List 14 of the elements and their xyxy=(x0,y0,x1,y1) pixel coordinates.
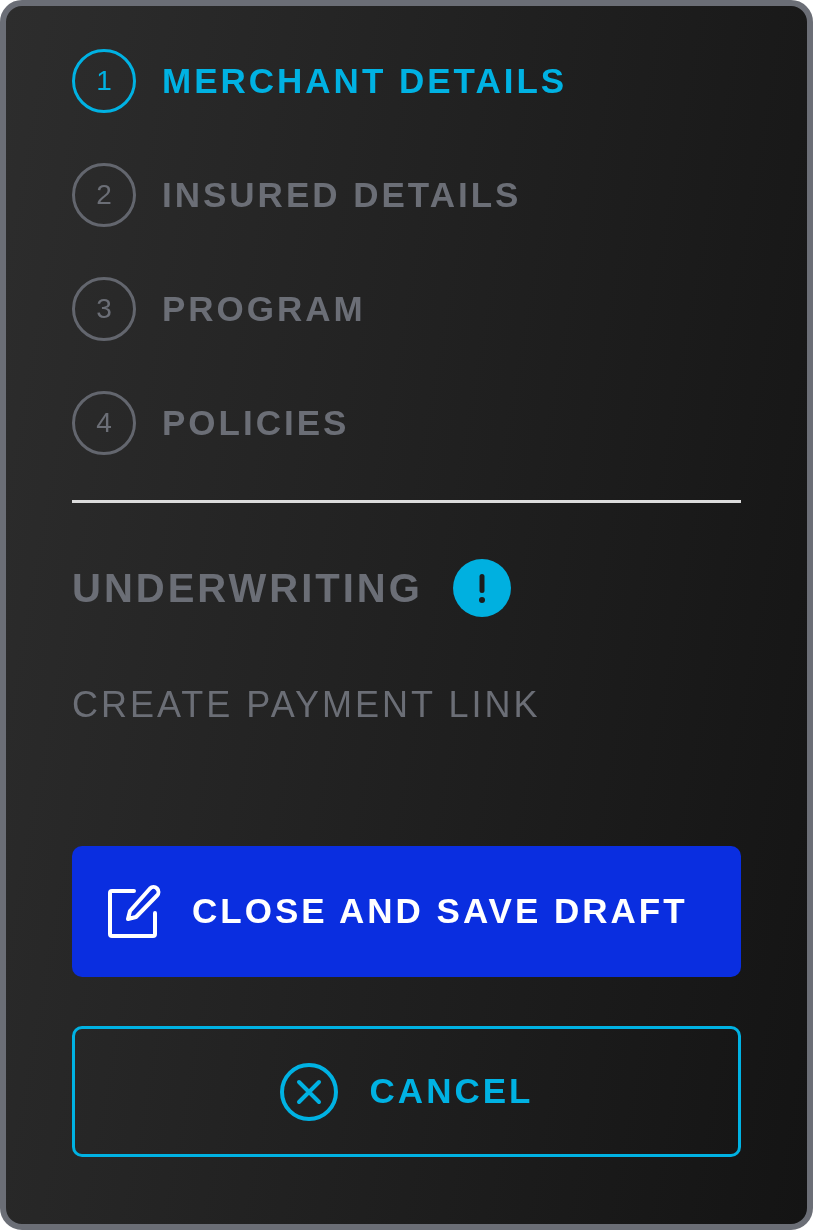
cancel-button[interactable]: CANCEL xyxy=(72,1026,741,1157)
save-draft-button[interactable]: CLOSE AND SAVE DRAFT xyxy=(72,846,741,977)
step-number[interactable]: 4 xyxy=(72,391,136,455)
close-icon xyxy=(279,1062,338,1121)
payment-link[interactable]: CREATE PAYMENT LINK xyxy=(72,683,541,727)
step-label[interactable]: MERCHANT DETAILS xyxy=(162,59,568,103)
step-label[interactable]: POLICIES xyxy=(162,401,350,445)
step-label[interactable]: PROGRAM xyxy=(162,287,366,331)
step-number[interactable]: 3 xyxy=(72,277,136,341)
edit-icon xyxy=(106,883,162,940)
underwriting-heading[interactable]: UNDERWRITING xyxy=(72,564,423,612)
step-number[interactable]: 1 xyxy=(72,49,136,113)
step-label[interactable]: INSURED DETAILS xyxy=(162,173,522,217)
step-number[interactable]: 2 xyxy=(72,163,136,227)
